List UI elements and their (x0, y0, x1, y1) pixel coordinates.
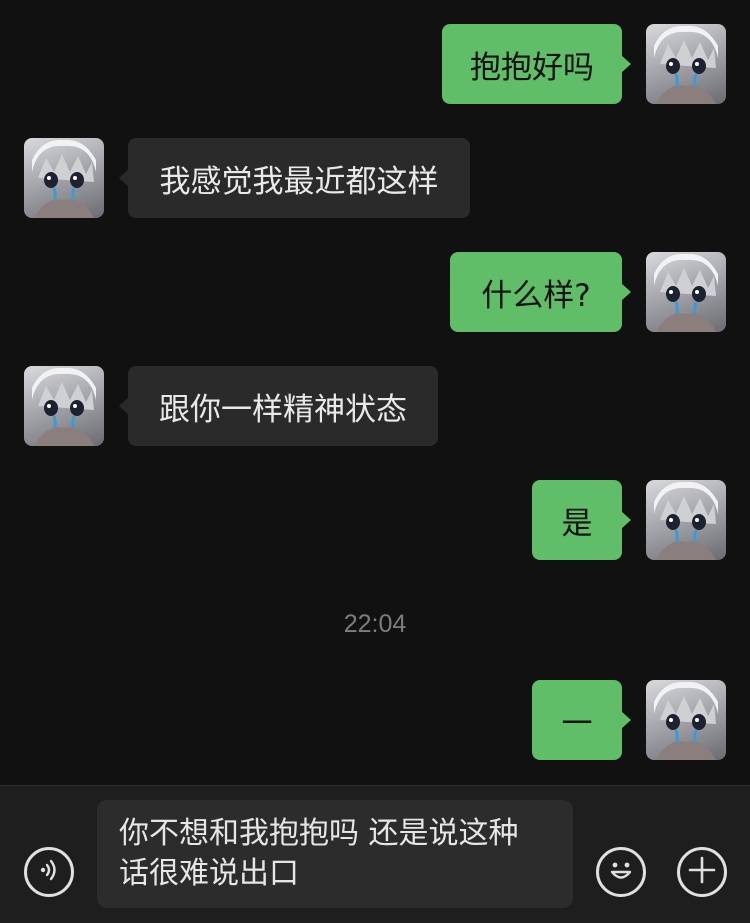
my-avatar[interactable] (646, 680, 726, 760)
input-toolbar: 你不想和我抱抱吗 还是说这种 话很难说出口 (0, 785, 750, 923)
message-input-field[interactable]: 你不想和我抱抱吗 还是说这种 话很难说出口 (97, 800, 573, 908)
voice-input-button[interactable] (24, 847, 74, 897)
message-bubble-sent[interactable]: 是 (532, 480, 631, 560)
my-avatar[interactable] (646, 252, 726, 332)
contact-avatar[interactable] (24, 366, 104, 446)
my-avatar[interactable] (646, 480, 726, 560)
chat-area[interactable]: 抱抱好吗 我感觉我最近都这样 什么样? 跟你一样精神状态 是 22:04 一 (0, 0, 750, 785)
plus-icon (687, 855, 717, 889)
message-timestamp: 22:04 (343, 610, 407, 638)
message-bubble-sent[interactable]: 抱抱好吗 (442, 24, 631, 104)
message-bubble-received[interactable]: 我感觉我最近都这样 (119, 138, 470, 218)
my-avatar[interactable] (646, 24, 726, 104)
voice-icon (36, 857, 62, 887)
more-options-button[interactable] (677, 847, 727, 897)
contact-avatar[interactable] (24, 138, 104, 218)
message-bubble-received[interactable]: 跟你一样精神状态 (119, 366, 438, 446)
message-bubble-sent[interactable]: 一 (532, 680, 631, 760)
emoji-button[interactable] (596, 847, 646, 897)
emoji-icon (604, 853, 638, 891)
message-bubble-sent[interactable]: 什么样? (450, 252, 631, 332)
